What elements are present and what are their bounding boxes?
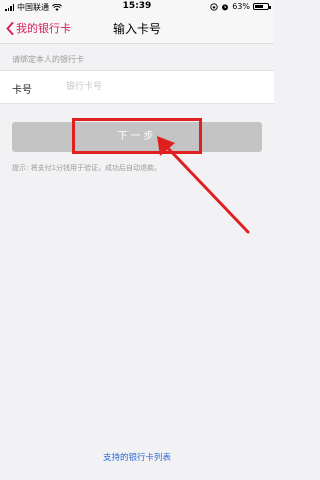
card-number-row: 卡号 [0, 70, 274, 104]
orientation-lock-icon [210, 2, 218, 11]
next-button[interactable]: 下一步 [12, 122, 262, 152]
card-number-input[interactable] [66, 79, 256, 95]
section-hint: 请绑定本人的银行卡 [12, 55, 84, 64]
page-title: 输入卡号 [112, 22, 161, 36]
verification-tip: 提示: 将支付1分钱用于验证，成功后自动退款。 [12, 164, 162, 172]
status-right: 63% [210, 2, 271, 11]
battery-percent: 63% [232, 2, 250, 11]
battery-icon [253, 3, 271, 10]
status-bar: 中国联通 15:39 63% [0, 0, 274, 14]
supported-banks-link[interactable]: 支持的银行卡列表 [0, 451, 274, 463]
alarm-icon [222, 3, 229, 10]
card-number-label: 卡号 [12, 85, 32, 96]
navigation-bar: 我的银行卡 输入卡号 [0, 14, 274, 44]
